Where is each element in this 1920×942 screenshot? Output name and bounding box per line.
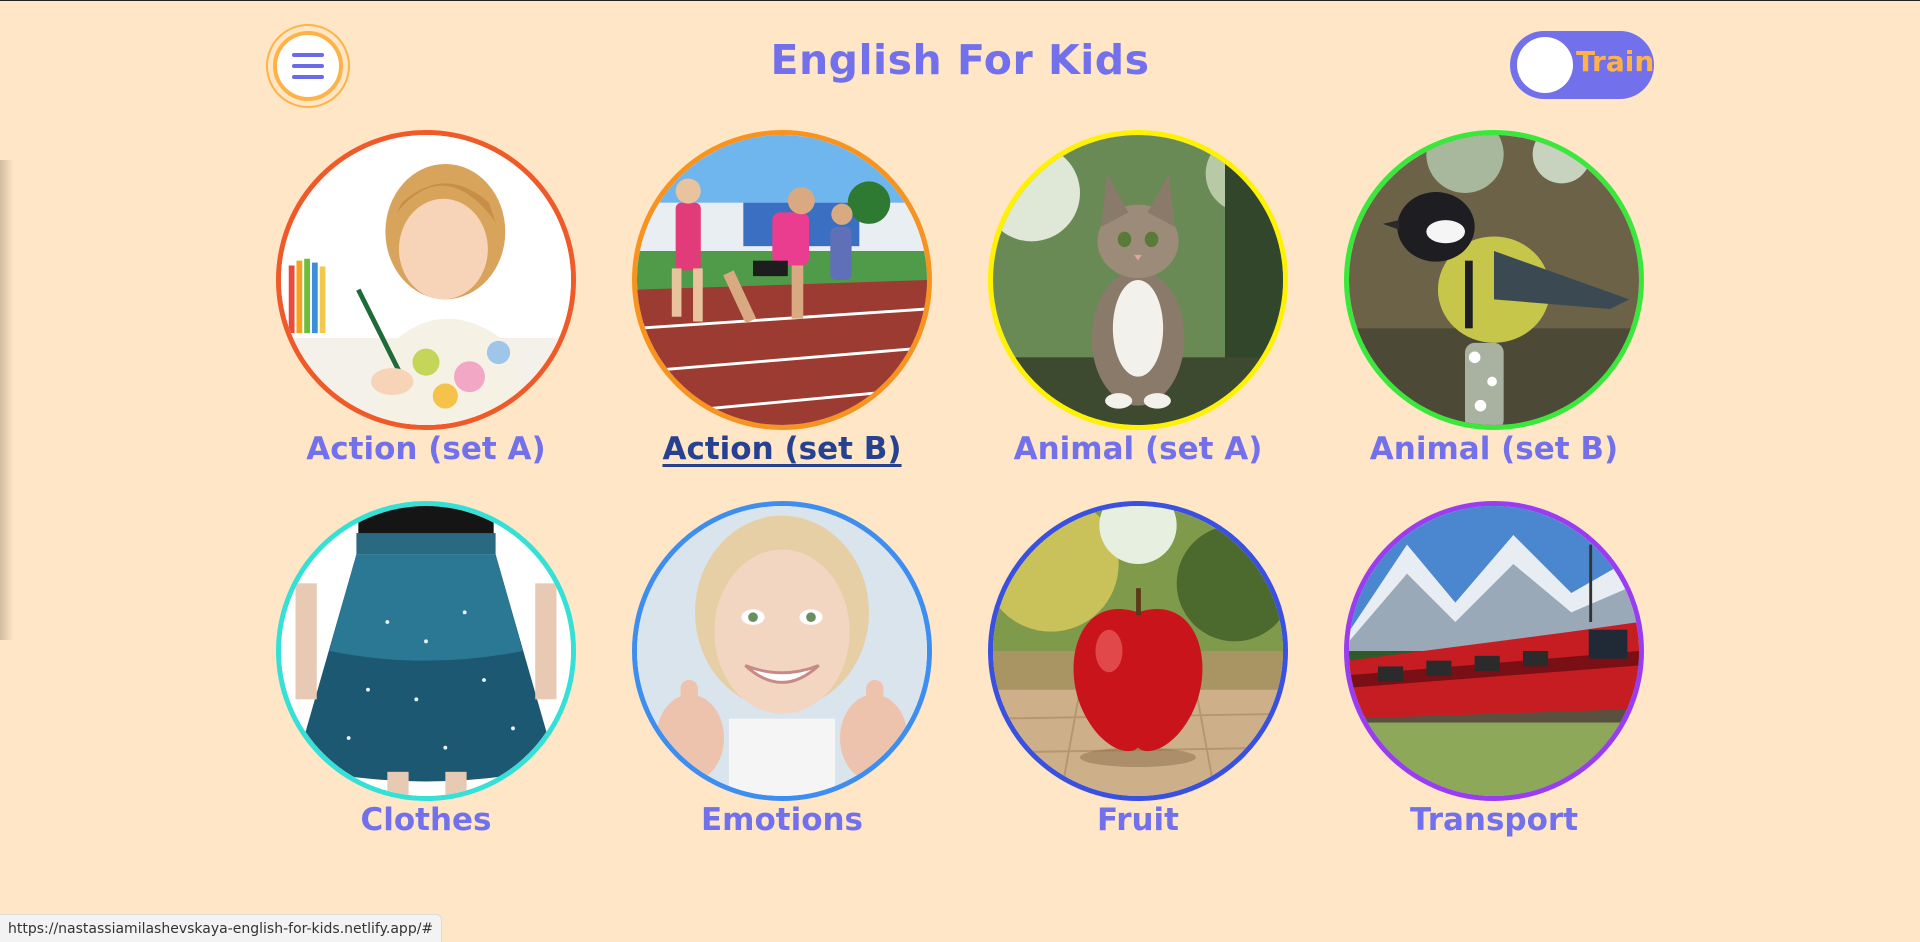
category-card-action-b[interactable]: Action (set B) [632,130,932,490]
toggle-knob[interactable] [1517,37,1573,93]
category-label-emotions[interactable]: Emotions [592,802,972,838]
train-play-toggle[interactable]: Train [1510,31,1654,99]
category-image-animal-b[interactable] [1344,130,1644,430]
category-label-transport[interactable]: Transport [1304,802,1684,838]
category-card-clothes[interactable]: Clothes [276,501,576,861]
girl-drawing-picture [281,135,571,425]
category-label-action-a[interactable]: Action (set A) [236,431,616,467]
bird-picture [1349,135,1639,425]
category-card-animal-a[interactable]: Animal (set A) [988,130,1288,490]
category-label-animal-b[interactable]: Animal (set B) [1304,431,1684,467]
category-label-animal-a[interactable]: Animal (set A) [948,431,1328,467]
category-card-action-a[interactable]: Action (set A) [276,130,576,490]
cat-picture [993,135,1283,425]
category-label-clothes[interactable]: Clothes [236,802,616,838]
category-card-animal-b[interactable]: Animal (set B) [1344,130,1644,490]
side-shadow [0,160,14,640]
category-image-animal-a[interactable] [988,130,1288,430]
category-image-transport[interactable] [1344,501,1644,801]
category-image-action-b[interactable] [632,130,932,430]
category-card-transport[interactable]: Transport [1344,501,1644,861]
smiling-girl-picture [637,506,927,796]
header: English For Kids Train [0,0,1920,130]
page: English For Kids Train Action (set A) Ac… [0,0,1920,942]
toggle-label: Train [1576,45,1655,78]
status-bar-url: https://nastassiamilashevskaya-english-f… [0,914,443,942]
category-card-emotions[interactable]: Emotions [632,501,932,861]
category-image-emotions[interactable] [632,501,932,801]
category-label-fruit[interactable]: Fruit [948,802,1328,838]
category-image-action-a[interactable] [276,130,576,430]
apple-picture [993,506,1283,796]
category-label-action-b[interactable]: Action (set B) [592,431,972,467]
category-card-fruit[interactable]: Fruit [988,501,1288,861]
category-image-fruit[interactable] [988,501,1288,801]
kids-running-picture [637,135,927,425]
train-picture [1349,506,1639,796]
skirt-picture [281,506,571,796]
category-image-clothes[interactable] [276,501,576,801]
